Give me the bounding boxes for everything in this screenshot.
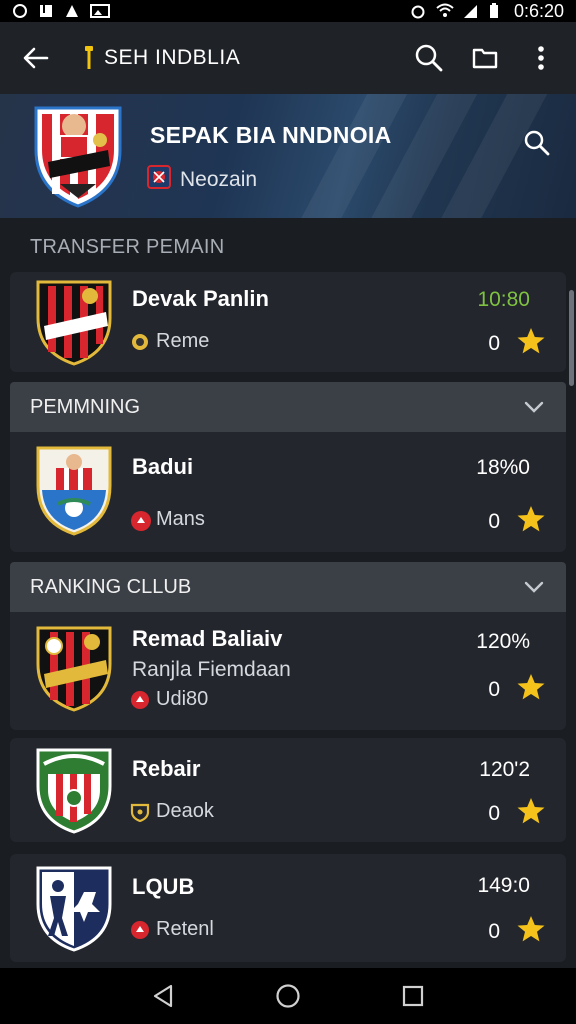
club-name: Rebair xyxy=(132,756,201,781)
list-item[interactable]: Remad Baliaiv Ranjla Fiemdaan Udi80 120%… xyxy=(10,612,566,730)
league-crest-icon xyxy=(30,100,126,210)
rating-count: 0 xyxy=(488,332,500,355)
rating-count: 0 xyxy=(488,802,500,825)
section-ranking-header[interactable]: RANKING CLLUB xyxy=(10,562,566,612)
section-pemmning-header[interactable]: PEMMNING xyxy=(10,382,566,432)
club-logo-icon xyxy=(34,744,114,840)
club-name: LQUB xyxy=(132,874,195,899)
club-badge-icon xyxy=(130,690,150,710)
league-title: SEPAK BIA NNDNOIA xyxy=(150,122,392,148)
list-item[interactable]: LQUB Retenl 149:0 0 xyxy=(10,854,566,962)
section-ranking-title: RANKING CLLUB xyxy=(30,575,192,598)
nav-recents-icon[interactable] xyxy=(398,981,428,1011)
list-item[interactable]: Badui Mans 18%0 0 xyxy=(10,432,566,552)
player-club: Mans xyxy=(130,508,205,531)
club-logo-icon xyxy=(34,276,114,372)
favorite-star-icon[interactable] xyxy=(516,504,546,534)
club-badge-icon xyxy=(130,332,150,352)
favorite-star-icon[interactable] xyxy=(516,914,546,944)
transfer-value: 18%0 xyxy=(476,456,530,479)
app-notification-icon xyxy=(64,3,80,19)
more-options-icon[interactable] xyxy=(524,41,558,75)
club-score: 120'2 xyxy=(479,758,530,781)
club-badge-icon xyxy=(130,510,151,531)
list-item[interactable]: Rebair Deaok 120'2 0 xyxy=(10,738,566,842)
flag-icon xyxy=(146,164,172,196)
system-nav-bar xyxy=(0,968,576,1024)
favorite-star-icon[interactable] xyxy=(516,672,546,702)
header-search-icon[interactable] xyxy=(520,126,554,160)
club-logo-icon xyxy=(34,862,114,958)
battery-icon xyxy=(488,3,504,19)
signal-icon xyxy=(462,3,478,19)
nav-back-icon[interactable] xyxy=(148,981,178,1011)
player-name: Devak Panlin xyxy=(132,286,269,311)
club-subtitle: Ranjla Fiemdaan xyxy=(132,658,291,681)
status-bar: 0:6:20 xyxy=(0,0,576,22)
content-list[interactable]: TRANSFER PEMAIN Devak Panlin Reme 10:80 … xyxy=(0,218,576,968)
rating-count: 0 xyxy=(488,920,500,943)
favorite-star-icon[interactable] xyxy=(516,796,546,826)
player-name: Badui xyxy=(132,454,194,479)
transfer-value: 10:80 xyxy=(477,288,530,311)
favorite-star-icon[interactable] xyxy=(516,326,546,356)
sync-icon xyxy=(12,3,28,19)
club-logo-icon xyxy=(34,442,114,538)
back-arrow-icon[interactable] xyxy=(18,40,54,76)
club-logo-icon xyxy=(34,622,114,718)
folder-icon[interactable] xyxy=(468,41,502,75)
club-badge-icon xyxy=(130,920,150,940)
section-pemmning-title: PEMMNING xyxy=(30,395,140,418)
scrollbar[interactable] xyxy=(569,290,574,386)
club-league: Retenl xyxy=(130,918,214,941)
rating-count: 0 xyxy=(488,510,500,533)
rating-count: 0 xyxy=(488,678,500,701)
player-club: Reme xyxy=(130,330,209,353)
image-notification-icon xyxy=(90,3,110,19)
club-score: 149:0 xyxy=(477,874,530,897)
wifi-icon xyxy=(436,3,454,19)
club-badge-icon xyxy=(130,802,150,822)
app-bar: SEH INDBLIA xyxy=(0,22,576,94)
search-icon[interactable] xyxy=(412,41,446,75)
league-header: SEPAK BIA NNDNOIA Neozain xyxy=(0,94,576,218)
club-league: Deaok xyxy=(130,800,214,823)
nav-home-icon[interactable] xyxy=(273,981,303,1011)
chevron-down-icon[interactable] xyxy=(522,575,546,599)
club-league: Udi80 xyxy=(130,688,208,711)
status-time: 0:6:20 xyxy=(513,0,564,21)
notification-icon xyxy=(38,3,54,19)
list-item[interactable]: Devak Panlin Reme 10:80 0 xyxy=(10,272,566,372)
section-transfer-title: TRANSFER PEMAIN xyxy=(30,236,225,258)
club-score: 120% xyxy=(476,630,530,653)
league-subtitle: Neozain xyxy=(146,164,257,196)
club-name: Remad Baliaiv xyxy=(132,626,283,651)
chevron-down-icon[interactable] xyxy=(522,395,546,419)
pin-icon xyxy=(84,45,94,71)
alarm-icon xyxy=(410,3,426,19)
app-title: SEH INDBLIA xyxy=(104,46,241,69)
